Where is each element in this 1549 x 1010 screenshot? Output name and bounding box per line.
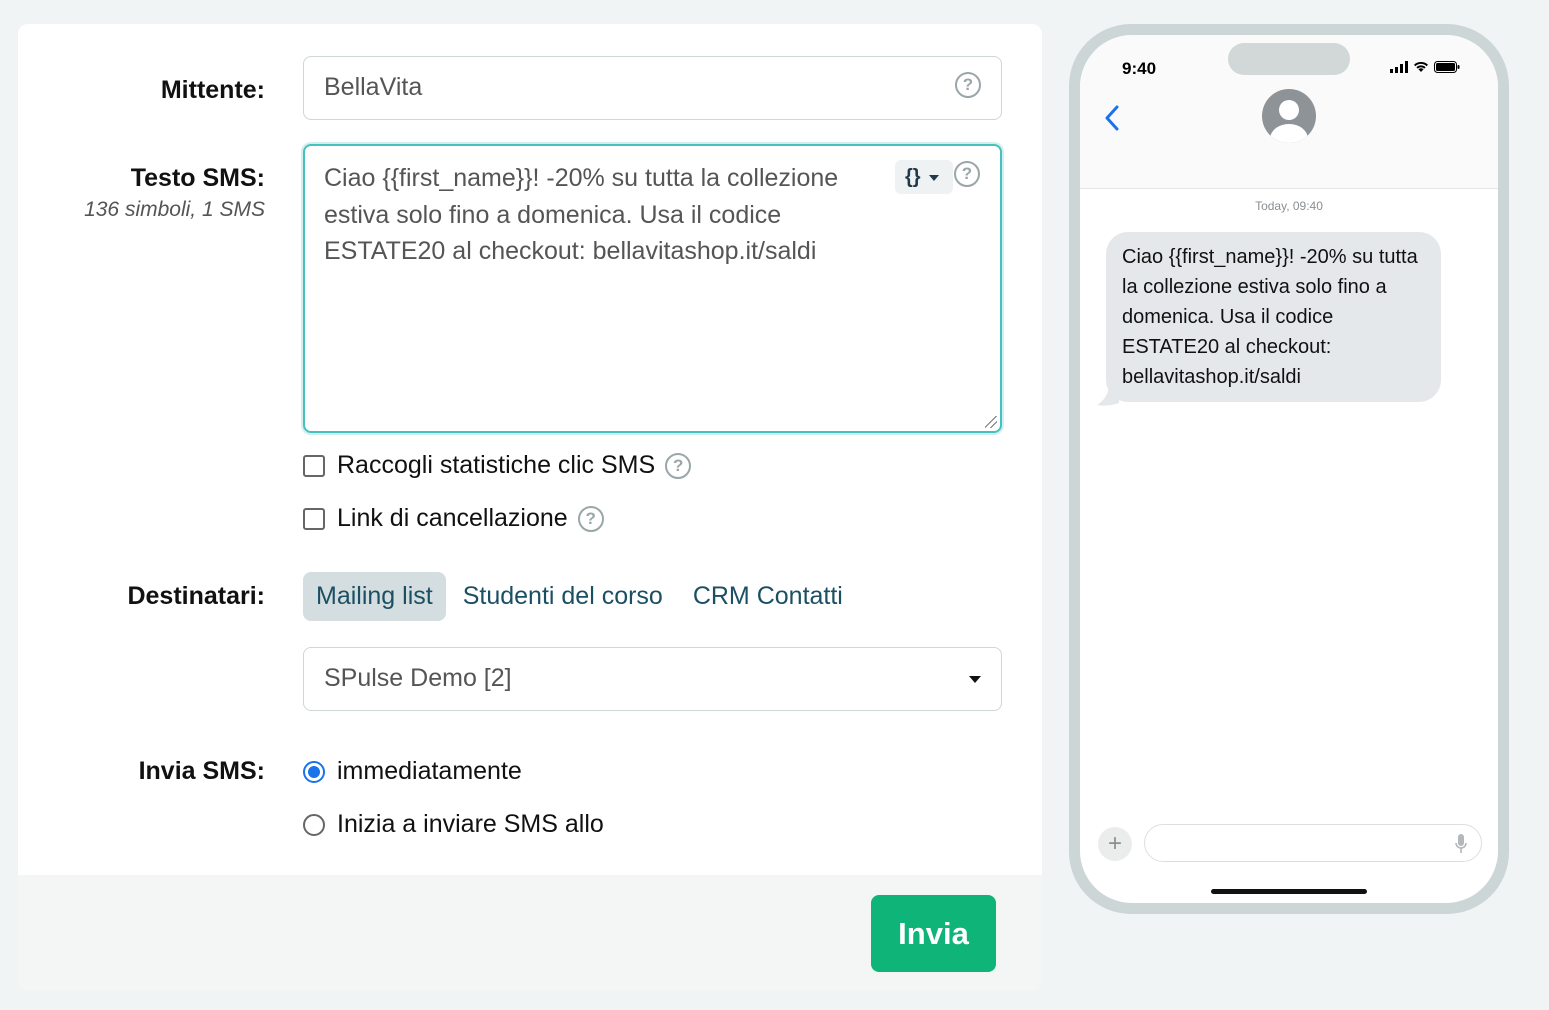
phone-preview: 9:40 Today, 09:40 Ciao {{first_name}}! -… xyxy=(1069,24,1509,914)
signal-icon xyxy=(1390,61,1408,73)
mailing-list-value: SPulse Demo [2] xyxy=(324,664,512,692)
schedule-send-row: Inizia a inviare SMS allo xyxy=(303,810,604,839)
dynamic-island xyxy=(1228,43,1350,75)
resize-handle[interactable] xyxy=(985,416,997,428)
status-time: 9:40 xyxy=(1122,59,1157,78)
avatar-icon xyxy=(1262,89,1316,143)
unsubscribe-link-label: Link di cancellazione xyxy=(337,504,568,532)
wifi-icon xyxy=(1414,61,1428,72)
schedule-send-label: Inizia a inviare SMS allo xyxy=(337,810,604,838)
sms-text-value: Ciao {{first_name}}! -20% su tutta la co… xyxy=(324,164,839,265)
help-icon[interactable]: ? xyxy=(954,161,980,187)
unsubscribe-link-checkbox[interactable] xyxy=(303,507,325,530)
schedule-send-radio[interactable] xyxy=(303,813,325,836)
sender-value: BellaVita xyxy=(324,73,423,101)
message-timestamp: Today, 09:40 xyxy=(1255,199,1323,213)
home-indicator xyxy=(1211,889,1367,894)
sms-text-area[interactable]: Ciao {{first_name}}! -20% su tutta la co… xyxy=(303,144,1002,433)
send-sms-label: Invia SMS: xyxy=(138,757,265,785)
caret-down-icon xyxy=(969,676,981,683)
mic-icon[interactable] xyxy=(1455,834,1467,854)
sms-form-card: Mittente: BellaVita ? Testo SMS: 136 sim… xyxy=(18,24,1042,991)
help-icon[interactable]: ? xyxy=(665,452,692,479)
message-bubble: Ciao {{first_name}}! -20% su tutta la co… xyxy=(1106,232,1441,402)
message-input[interactable] xyxy=(1144,824,1482,862)
sender-label: Mittente: xyxy=(160,76,265,104)
plus-icon[interactable]: + xyxy=(1098,827,1132,861)
track-clicks-checkbox[interactable] xyxy=(303,454,325,477)
send-immediately-radio[interactable] xyxy=(303,760,325,783)
battery-icon xyxy=(1434,61,1460,73)
sms-text-label: Testo SMS: xyxy=(130,164,265,192)
unsubscribe-link-row: Link di cancellazione ? xyxy=(303,504,604,533)
form-footer: Invia xyxy=(18,875,1042,991)
send-immediately-row: immediatamente xyxy=(303,757,522,786)
send-immediately-label: immediatamente xyxy=(337,757,522,785)
help-icon[interactable]: ? xyxy=(577,505,604,532)
braces-icon: {} xyxy=(905,166,921,188)
chevron-left-icon[interactable] xyxy=(1102,103,1122,133)
mailing-list-select[interactable]: SPulse Demo [2] xyxy=(303,647,1002,711)
send-button[interactable]: Invia xyxy=(871,895,996,972)
tab-course-students[interactable]: Studenti del corso xyxy=(450,572,676,621)
recipient-tabs: Mailing list Studenti del corso CRM Cont… xyxy=(303,572,860,621)
help-icon[interactable]: ? xyxy=(955,72,981,98)
sms-counter: 136 simboli, 1 SMS xyxy=(84,198,265,221)
sender-input[interactable]: BellaVita ? xyxy=(303,56,1002,120)
status-icons xyxy=(1390,61,1460,73)
phone-screen: 9:40 Today, 09:40 Ciao {{first_name}}! -… xyxy=(1080,35,1498,903)
insert-variable-button[interactable]: {} xyxy=(895,160,953,194)
recipients-label: Destinatari: xyxy=(127,582,265,610)
caret-down-icon xyxy=(928,174,939,181)
track-clicks-label: Raccogli statistiche clic SMS xyxy=(337,451,656,479)
tab-mailing-list[interactable]: Mailing list xyxy=(303,572,446,621)
tab-crm-contacts[interactable]: CRM Contatti xyxy=(680,572,856,621)
track-clicks-row: Raccogli statistiche clic SMS ? xyxy=(303,451,692,480)
